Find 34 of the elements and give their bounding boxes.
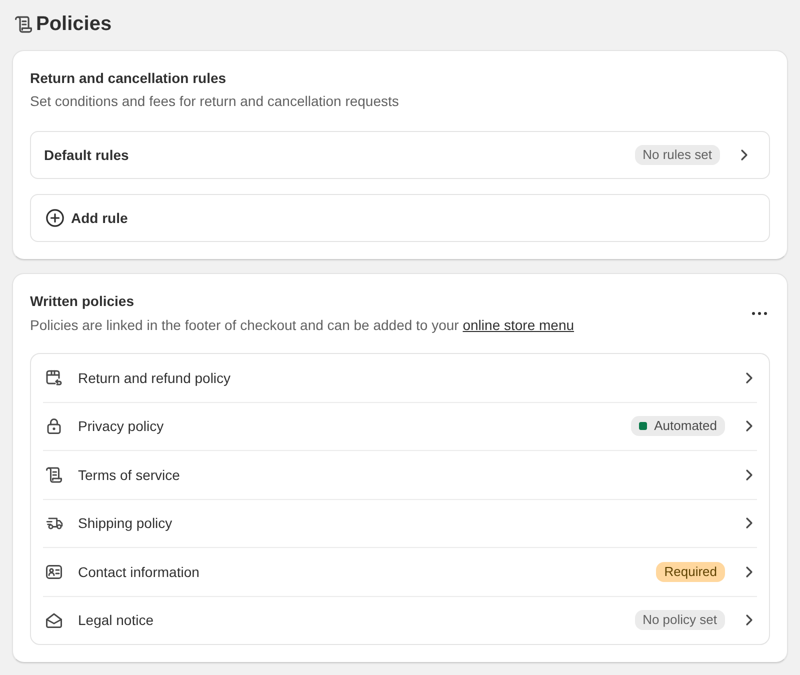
- id-card-icon: [46, 564, 62, 579]
- plus-circle-icon: [46, 209, 64, 227]
- badge-text: Automated: [654, 417, 717, 436]
- policy-row[interactable]: Shipping policy: [43, 498, 757, 547]
- chevron-right-icon: [745, 517, 753, 530]
- page-title: Policies: [36, 12, 112, 37]
- rule-row[interactable]: Default rules No rules set: [30, 131, 770, 179]
- card-subtitle: Policies are linked in the footer of checkout and can be added to your online store menu: [30, 316, 574, 335]
- status-badge: No policy set: [634, 610, 725, 630]
- scroll-icon: [46, 466, 62, 483]
- more-icon[interactable]: [752, 312, 767, 314]
- chevron-right-icon: [740, 149, 748, 161]
- chevron-right-icon: [745, 468, 753, 481]
- policy-row[interactable]: Terms of service: [43, 450, 757, 498]
- truck-icon: [46, 516, 62, 530]
- box-arrow-icon: [46, 370, 62, 386]
- card-title: Return and cancellation rules: [30, 69, 228, 88]
- envelope-icon: [46, 612, 62, 628]
- card-subtitle: Set conditions and fees for return and cancellation requests: [30, 92, 400, 111]
- policy-row[interactable]: Legal notice No policy set: [43, 596, 757, 644]
- online-store-menu-link[interactable]: online store menu: [462, 317, 574, 333]
- status-badge: Required: [656, 562, 725, 582]
- chevron-right-icon: [745, 614, 753, 626]
- chevron-right-icon: [745, 566, 753, 578]
- lock-icon: [47, 418, 61, 434]
- policy-row[interactable]: Contact information Required: [43, 547, 757, 596]
- card-title: Written policies: [30, 292, 135, 311]
- add-rule-button[interactable]: Add rule: [30, 194, 770, 242]
- policy-row[interactable]: Privacy policy Automated: [43, 402, 757, 450]
- policy-row[interactable]: Return and refund policy: [43, 354, 757, 402]
- status-badge: No rules set: [634, 145, 720, 165]
- scroll-icon: [15, 16, 32, 32]
- chevron-right-icon: [745, 420, 753, 432]
- chevron-right-icon: [745, 372, 753, 384]
